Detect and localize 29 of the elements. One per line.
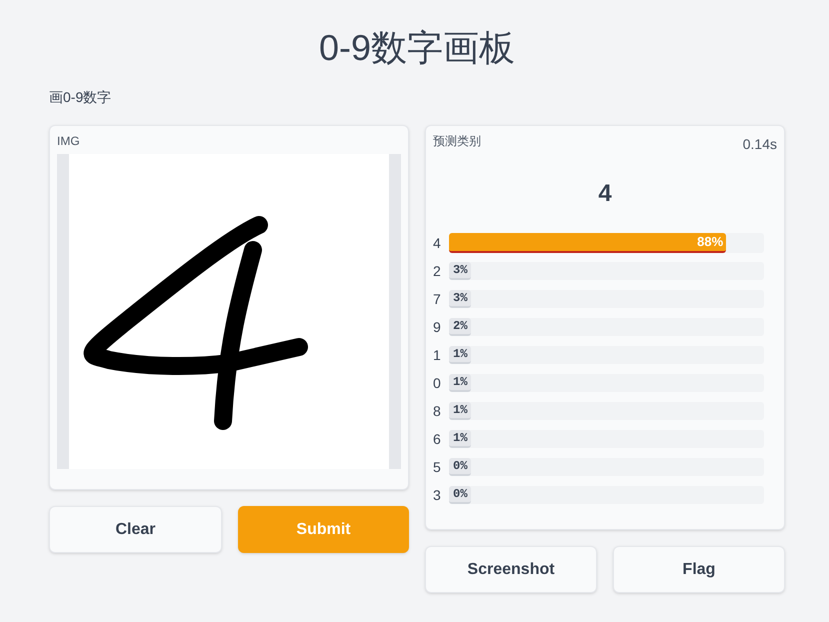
panel-label: IMG xyxy=(57,133,80,149)
confidence-bar: 0% xyxy=(449,486,472,504)
confidence-bar: 1% xyxy=(449,346,472,364)
confidence-bar: 3% xyxy=(449,262,472,280)
confidence-bar: 2% xyxy=(449,318,472,336)
confidence-bar: 88% xyxy=(449,233,726,253)
class-label: 7 xyxy=(433,290,442,309)
class-label: 1 xyxy=(433,346,442,365)
predicted-class: 4 xyxy=(598,179,612,209)
action-button[interactable]: Clear xyxy=(49,506,222,553)
class-label: 9 xyxy=(433,318,442,337)
confidence-bar: 3% xyxy=(449,290,472,308)
elapsed-time: 0.14s xyxy=(742,135,777,154)
class-label: 2 xyxy=(433,262,442,281)
class-label: 3 xyxy=(433,486,442,505)
class-label: 8 xyxy=(433,402,442,421)
confidence-bar: 0% xyxy=(449,458,472,476)
page-description: 画0-9数字 xyxy=(49,88,112,107)
class-label: 0 xyxy=(433,374,442,393)
action-button[interactable]: Flag xyxy=(613,546,785,593)
class-label: 4 xyxy=(433,234,442,253)
confidence-bar: 1% xyxy=(449,430,472,448)
page-title: 0-9数字画板 xyxy=(318,28,516,68)
class-label: 6 xyxy=(433,430,442,449)
class-label: 5 xyxy=(433,458,442,477)
action-button[interactable]: Screenshot xyxy=(425,546,597,593)
confidence-bar: 1% xyxy=(449,374,472,392)
confidence-bar: 1% xyxy=(449,402,472,420)
panel-label: 预测类别 xyxy=(433,133,481,149)
